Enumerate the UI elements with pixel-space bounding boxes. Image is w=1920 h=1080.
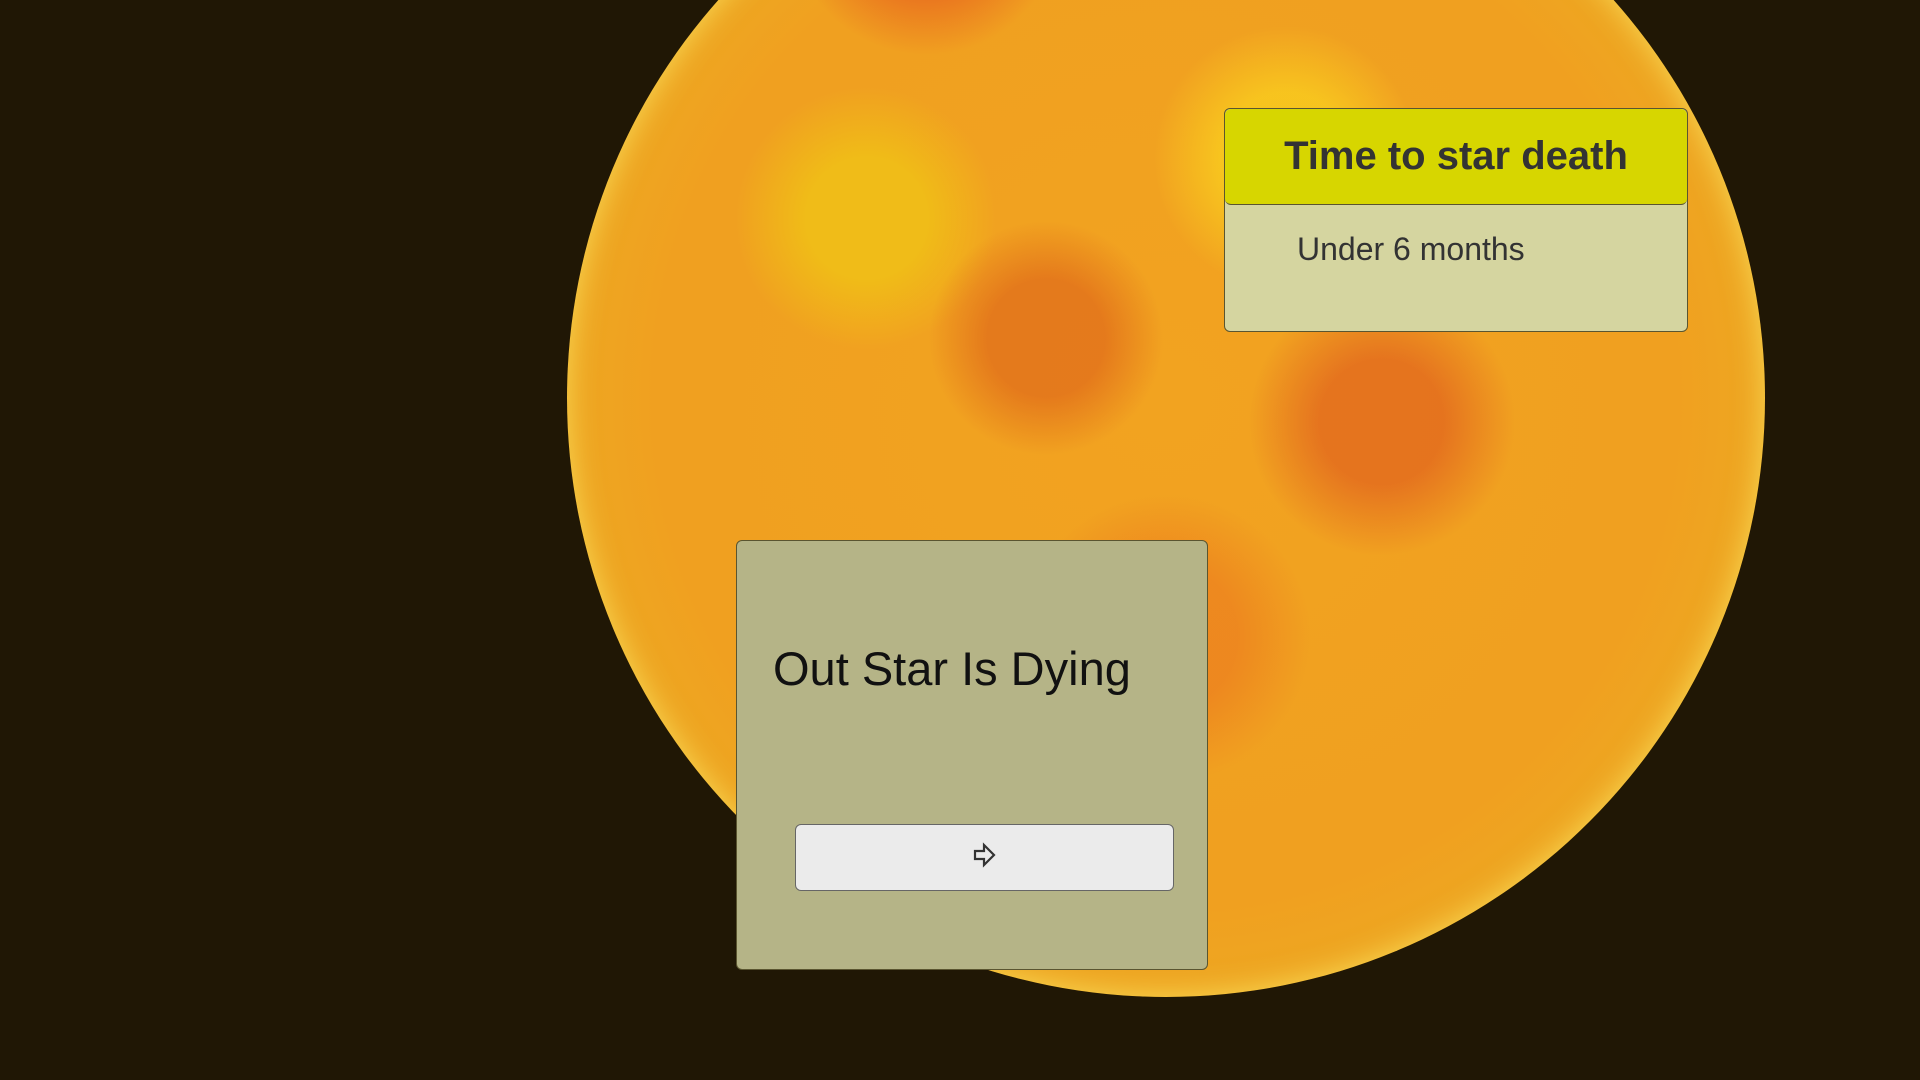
intro-dialog: Out Star Is Dying: [736, 540, 1208, 970]
next-button[interactable]: [795, 824, 1174, 891]
arrow-right-icon: [972, 842, 998, 873]
card-title: Time to star death: [1225, 109, 1687, 205]
star-death-timer-card: Time to star death Under 6 months: [1224, 108, 1688, 332]
time-remaining-value: Under 6 months: [1297, 231, 1525, 267]
dialog-title: Out Star Is Dying: [773, 642, 1131, 695]
